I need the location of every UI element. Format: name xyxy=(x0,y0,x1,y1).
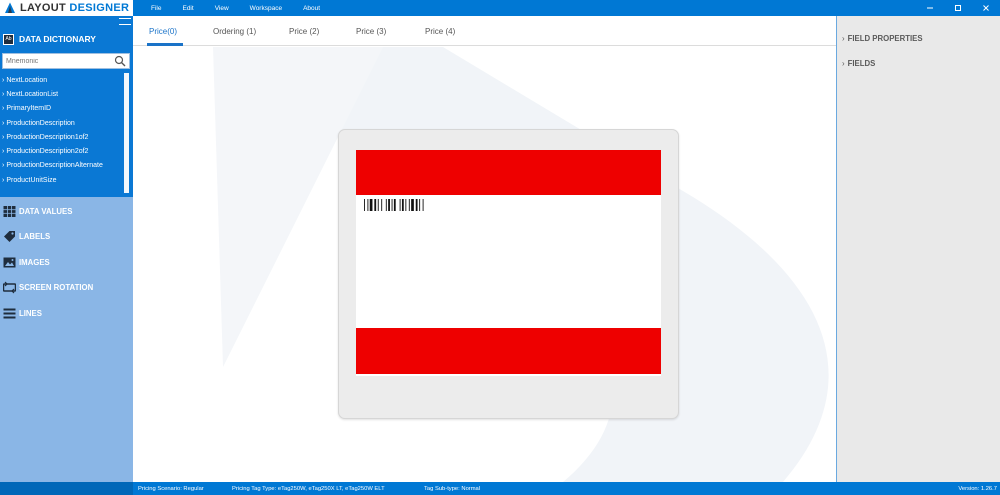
tab-price-0[interactable]: Price(0) xyxy=(149,16,177,46)
status-pricing-tag-type: Pricing Tag Type: eTag250W, eTag250X LT,… xyxy=(232,485,385,492)
design-area: Price(0) Ordering (1) Price (2) Price (3… xyxy=(133,16,836,482)
rotation-icon xyxy=(3,281,16,293)
fields-header[interactable]: › FIELDS xyxy=(842,56,875,70)
barcode-bar xyxy=(408,199,410,211)
right-panel: › FIELD PROPERTIES › FIELDS xyxy=(837,16,1000,482)
status-bar: Pricing Scenario: Regular Pricing Tag Ty… xyxy=(0,482,1000,495)
sidebar-item-labels[interactable]: LABELS xyxy=(3,228,50,244)
barcode-bar xyxy=(411,199,414,211)
tab-ordering-1[interactable]: Ordering (1) xyxy=(213,16,256,46)
data-dictionary-title: DATA DICTIONARY xyxy=(19,34,96,44)
barcode-bar xyxy=(377,199,379,211)
status-bar-left xyxy=(0,482,133,495)
menu-edit[interactable]: Edit xyxy=(182,5,193,12)
search-icon[interactable] xyxy=(114,55,126,67)
barcode-bar xyxy=(419,199,421,211)
mnemonic-search xyxy=(2,53,130,69)
data-dictionary-icon: Ab xyxy=(3,33,14,45)
barcode-bar xyxy=(364,199,365,211)
data-dictionary-list: › NextLocation › NextLocationList › Primary… xyxy=(2,73,122,187)
list-item[interactable]: › ProductUnitSize xyxy=(2,173,122,187)
field-properties-header[interactable]: › FIELD PROPERTIES xyxy=(842,31,923,45)
sidebar-item-data-values[interactable]: DATA VALUES xyxy=(3,203,72,219)
chevron-right-icon: › xyxy=(842,33,845,43)
list-item[interactable]: › ProductionDescriptionAlternate xyxy=(2,159,122,173)
left-panel: Ab DATA DICTIONARY ›NextLocation ›NextLo… xyxy=(0,16,133,482)
status-tag-sub-type: Tag Sub-type: Normal xyxy=(424,485,481,492)
minimize-button[interactable] xyxy=(916,0,944,16)
close-icon xyxy=(983,5,989,11)
minimize-icon xyxy=(927,7,933,9)
chevron-right-icon: › xyxy=(2,119,5,127)
app-logo: LAYOUT DESIGNER xyxy=(0,0,133,16)
chevron-right-icon: › xyxy=(2,133,5,141)
barcode-bar xyxy=(393,199,396,211)
menu-view[interactable]: View xyxy=(215,5,229,12)
chevron-right-icon: › xyxy=(2,76,5,84)
data-dictionary-section: Ab DATA DICTIONARY ›NextLocation ›NextLo… xyxy=(0,16,133,197)
barcode-bar xyxy=(399,199,401,211)
barcode-bar xyxy=(381,199,383,211)
status-version: Version: 1.26.7 xyxy=(958,485,997,492)
tag-icon xyxy=(4,230,15,242)
barcode-bar xyxy=(391,199,393,211)
chevron-right-icon: › xyxy=(2,148,5,156)
chevron-right-icon: › xyxy=(2,105,5,113)
close-button[interactable] xyxy=(972,0,1000,16)
window-controls xyxy=(916,0,1000,16)
list-item[interactable]: › ProductionDescription xyxy=(2,116,122,130)
barcode-bar xyxy=(385,199,387,211)
electronic-shelf-tag[interactable] xyxy=(338,129,679,419)
sidebar-item-screen-rotation[interactable]: SCREEN ROTATION xyxy=(3,279,93,295)
grid-icon xyxy=(3,205,16,217)
title-bar: LAYOUT DESIGNER File Edit View Workspace… xyxy=(0,0,1000,16)
list-item[interactable]: › PrimaryItemID xyxy=(2,102,122,116)
maximize-button[interactable] xyxy=(944,0,972,16)
data-dictionary-header[interactable]: Ab DATA DICTIONARY xyxy=(3,32,96,46)
barcode-bar xyxy=(405,199,407,211)
design-canvas[interactable] xyxy=(133,47,836,482)
barcode[interactable] xyxy=(364,199,448,211)
tab-price-4[interactable]: Price (4) xyxy=(425,16,455,46)
barcode-bar xyxy=(367,199,369,211)
menu-file[interactable]: File xyxy=(151,5,161,12)
barcode-bar xyxy=(415,199,418,211)
barcode-bar xyxy=(374,199,377,211)
menu-about[interactable]: About xyxy=(303,5,320,12)
mnemonic-search-input[interactable] xyxy=(6,57,114,65)
image-icon xyxy=(3,257,16,267)
chevron-right-icon: › xyxy=(842,58,845,68)
tab-bar: Price(0) Ordering (1) Price (2) Price (3… xyxy=(133,16,836,46)
list-item[interactable]: › NextLocation xyxy=(2,73,122,87)
barcode-bar xyxy=(401,199,404,211)
tab-price-2[interactable]: Price (2) xyxy=(289,16,319,46)
tab-price-3[interactable]: Price (3) xyxy=(356,16,386,46)
list-scrollbar[interactable] xyxy=(124,73,129,193)
lines-icon xyxy=(3,308,16,318)
sidebar-item-images[interactable]: IMAGES xyxy=(3,254,50,270)
tag-screen xyxy=(356,150,661,376)
barcode-bar xyxy=(422,199,424,211)
tag-bottom-red-band[interactable] xyxy=(356,328,661,374)
status-pricing-scenario: Pricing Scenario: Regular xyxy=(138,485,204,492)
list-item[interactable]: › NextLocationList xyxy=(2,87,122,101)
active-tab-indicator xyxy=(147,43,183,46)
list-item[interactable]: › ProductionDescription2of2 xyxy=(2,144,122,158)
maximize-icon xyxy=(955,5,961,11)
menu-bar: File Edit View Workspace About xyxy=(143,0,333,16)
chevron-right-icon: › xyxy=(2,176,5,184)
chevron-right-icon: › xyxy=(2,90,5,98)
list-item[interactable]: › ProductionDescription1of2 xyxy=(2,130,122,144)
logo-mark-icon xyxy=(5,2,15,13)
menu-workspace[interactable]: Workspace xyxy=(250,5,282,12)
chevron-right-icon: › xyxy=(2,162,5,170)
app-title: LAYOUT DESIGNER xyxy=(20,2,130,14)
collapse-panel-button[interactable] xyxy=(119,18,131,25)
sidebar-item-lines[interactable]: LINES xyxy=(3,305,42,321)
tag-top-red-band[interactable] xyxy=(356,150,661,195)
barcode-bar xyxy=(369,199,373,211)
barcode-bar xyxy=(388,199,390,211)
